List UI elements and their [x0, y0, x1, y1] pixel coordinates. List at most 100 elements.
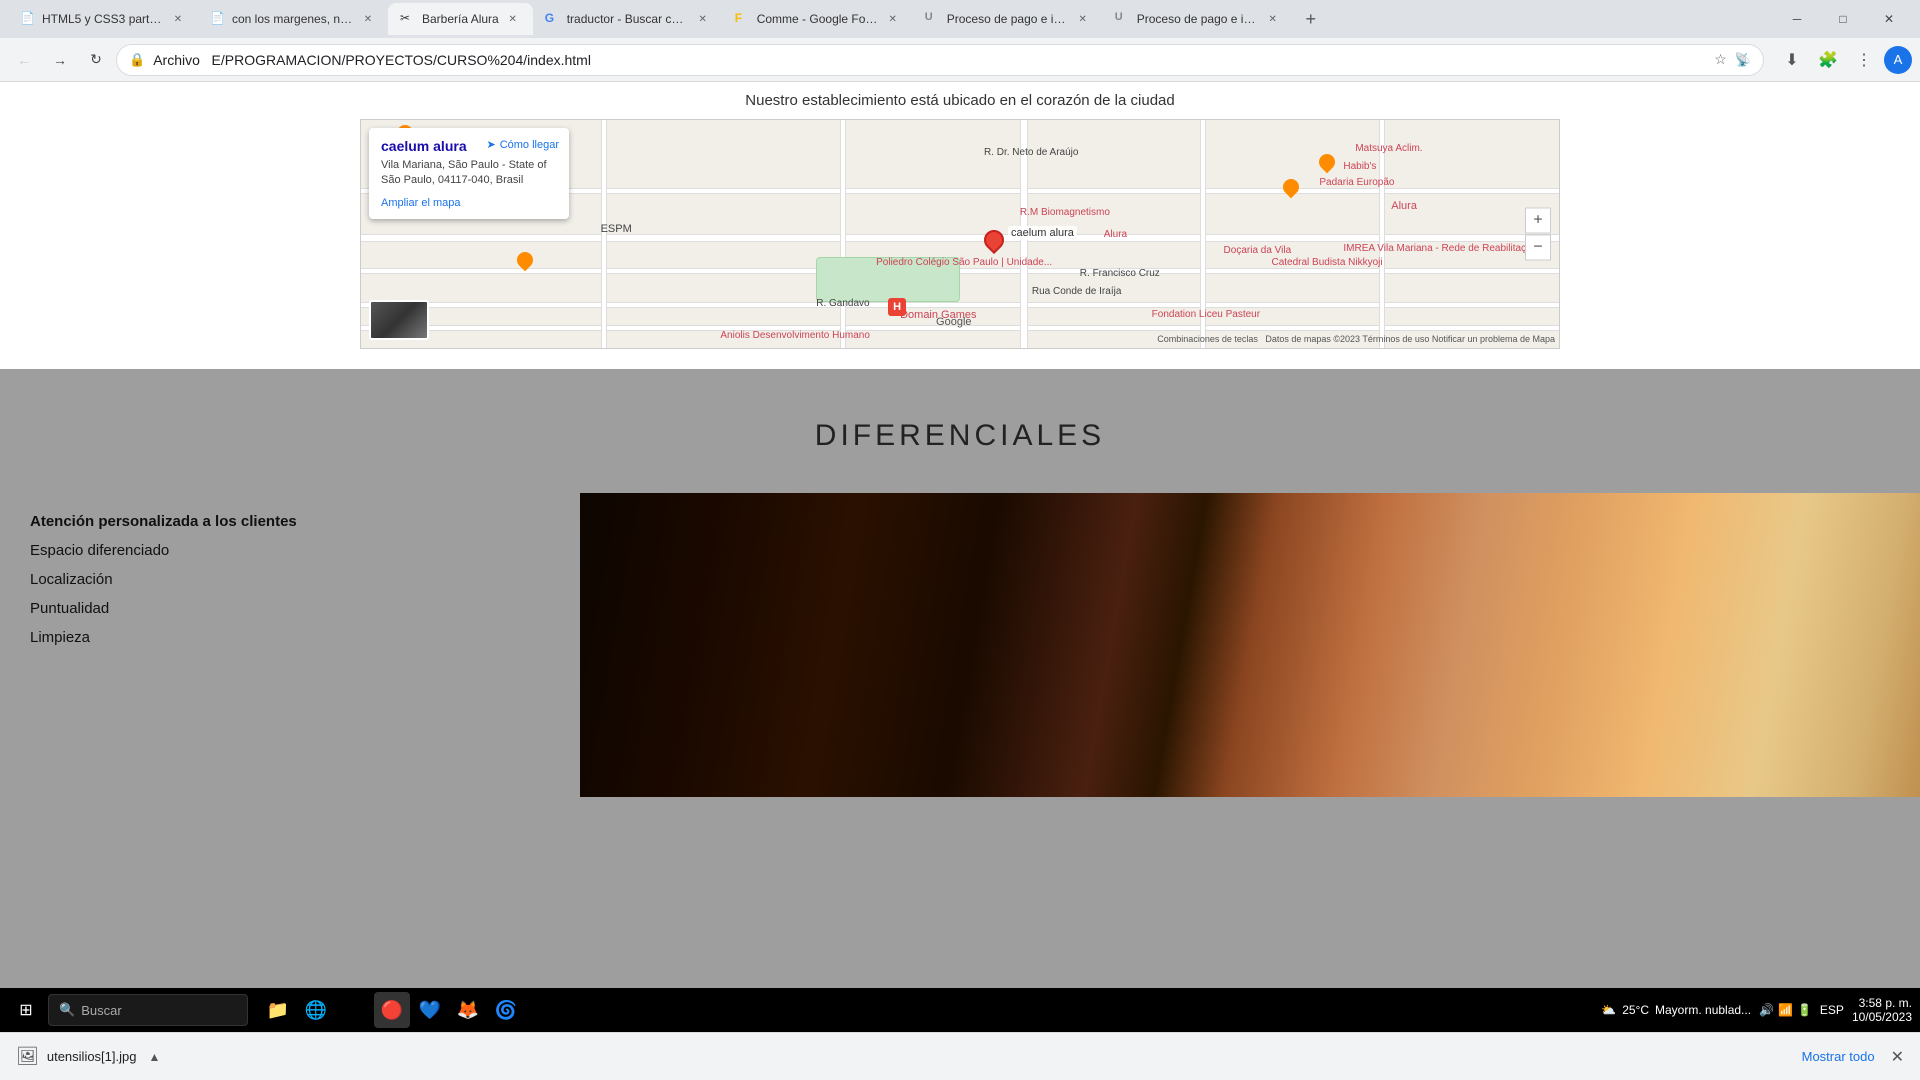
current-time: 3:58 p. m. [1852, 996, 1912, 1010]
tab-favicon-proceso2: U [1115, 11, 1131, 27]
volume-icon[interactable]: 🔊 [1759, 1003, 1774, 1017]
tab-close-barberia[interactable]: ✕ [505, 11, 521, 27]
bookmark-icon[interactable]: ☆ [1714, 51, 1727, 68]
diferenciales-section: DIFERENCIALES Atención personalizada a l… [0, 369, 1920, 1069]
tab-fonts[interactable]: F Comme - Google Fonts ✕ [723, 3, 913, 35]
extensions-button[interactable]: 🧩 [1812, 44, 1844, 76]
tab-close-traductor[interactable]: ✕ [695, 11, 711, 27]
download-item-1: 🖼 utensilios[1].jpg ▲ [16, 1046, 160, 1067]
orange-marker-3 [1283, 179, 1299, 199]
windows-icon: ⊞ [19, 1000, 32, 1020]
back-button[interactable]: ← [8, 44, 40, 76]
taskbar-vscode[interactable]: 💙 [412, 992, 448, 1028]
tab-close-proceso2[interactable]: ✕ [1265, 11, 1281, 27]
main-location-marker: caelum alura [984, 230, 1004, 256]
keyboard-shortcuts: Combinaciones de teclas [1157, 334, 1258, 344]
zoom-in-button[interactable]: + [1525, 208, 1551, 234]
new-tab-button[interactable]: + [1297, 5, 1325, 33]
maximize-button[interactable]: □ [1820, 0, 1866, 38]
taskbar-right: ⛅ 25°C Mayorm. nublad... 🔊 📶 🔋 ESP 3:58 … [1601, 996, 1912, 1024]
tab-close-proceso1[interactable]: ✕ [1075, 11, 1091, 27]
tab-barberia[interactable]: ✂ Barbería Alura ✕ [388, 3, 533, 35]
location-intro-text: Nuestro establecimiento está ubicado en … [0, 82, 1920, 119]
close-button[interactable]: ✕ [1866, 0, 1912, 38]
browser-frame: 📄 HTML5 y CSS3 parte 4: Avanzam... ✕ 📄 c… [0, 0, 1920, 1080]
network-icon[interactable]: 📶 [1778, 1003, 1793, 1017]
page-content: Nuestro establecimiento está ubicado en … [0, 82, 1920, 1080]
weather-icon: ⛅ [1601, 1003, 1616, 1017]
tab-label-barberia: Barbería Alura [422, 12, 499, 26]
protocol-icon: 🔒 [129, 52, 145, 68]
google-logo-map: Google [936, 316, 971, 328]
taskbar-edge[interactable]: 🌐 [298, 992, 334, 1028]
taskbar-app6[interactable]: 🌀 [488, 992, 524, 1028]
taskbar-sys-tray: 🔊 📶 🔋 [1759, 1003, 1812, 1017]
tab-close-margenes[interactable]: ✕ [360, 11, 376, 27]
taskbar-language[interactable]: ESP [1820, 1003, 1844, 1017]
tab-proceso2[interactable]: U Proceso de pago e inscripción ✕ [1103, 3, 1293, 35]
show-all-button[interactable]: Mostrar todo [1802, 1049, 1875, 1064]
taskbar-weather[interactable]: ⛅ 25°C Mayorm. nublad... [1601, 1003, 1751, 1017]
diferencial-item-1: Atención personalizada a los clientes [30, 513, 550, 530]
taskbar-chrome[interactable]: 🔴 [374, 992, 410, 1028]
more-button[interactable]: ⋮ [1848, 44, 1880, 76]
street-view-image [371, 302, 427, 338]
map-info-box: caelum alura Vila Mariana, São Paulo - S… [369, 128, 569, 219]
taskbar-app5[interactable]: 🦊 [450, 992, 486, 1028]
directions-button[interactable]: ➤ Cómo llegar [486, 138, 559, 151]
taskbar-file-explorer[interactable]: 📁 [260, 992, 296, 1028]
toolbar: ← → ↻ 🔒 Archivo E/PROGRAMACION/PROYECTOS… [0, 38, 1920, 82]
tab-favicon-barberia: ✂ [400, 11, 416, 27]
map-label-aniolis: Aniolis Desenvolvimento Humano [720, 330, 870, 341]
street-view-thumbnail[interactable] [369, 300, 429, 340]
address-bar[interactable]: 🔒 Archivo E/PROGRAMACION/PROYECTOS/CURSO… [116, 44, 1764, 76]
download-chevron[interactable]: ▲ [148, 1050, 160, 1064]
map-label-gandavo: R. Gandavo [816, 298, 869, 309]
tab-label-fonts: Comme - Google Fonts [757, 12, 879, 26]
download-bar-close[interactable]: ✕ [1891, 1047, 1904, 1067]
start-button[interactable]: ⊞ [8, 992, 44, 1028]
profile-avatar[interactable]: A [1884, 46, 1912, 74]
tab-close-fonts[interactable]: ✕ [885, 11, 901, 27]
download-filename: utensilios[1].jpg [47, 1049, 137, 1064]
battery-icon[interactable]: 🔋 [1797, 1003, 1812, 1017]
map-label-catedral: Catedral Budista Nikkyoji [1271, 257, 1382, 268]
diferenciales-title: DIFERENCIALES [0, 369, 1920, 493]
map-label-habibs: Habib's [1343, 161, 1376, 172]
tab-proceso1[interactable]: U Proceso de pago e inscripción ✕ [913, 3, 1103, 35]
downloads-button[interactable]: ⬇ [1776, 44, 1808, 76]
expand-map-link[interactable]: Ampliar el mapa [381, 197, 557, 209]
diferenciales-list: Atención personalizada a los clientes Es… [0, 493, 580, 666]
tab-label-margenes: con los margenes, no encuentr... [232, 12, 354, 26]
diferencial-item-2: Espacio diferenciado [30, 542, 550, 559]
taskbar-store[interactable]: 🛍 [336, 992, 372, 1028]
protocol-label: Archivo [153, 52, 200, 68]
map-container[interactable]: Quintal de Espato R. Dr. Neto de Araújo … [360, 119, 1560, 349]
map-label-imrea: IMREA Vila Mariana - Rede de Reabilitaçã… [1343, 243, 1537, 254]
map-label-alura-r: Alura [1391, 200, 1417, 212]
map-label-fondation: Fondation Liceu Pasteur [1152, 309, 1260, 320]
zoom-out-button[interactable]: − [1525, 235, 1551, 261]
directions-label: Cómo llegar [500, 139, 559, 151]
forward-button[interactable]: → [44, 44, 76, 76]
tab-traductor[interactable]: G traductor - Buscar con Google ✕ [533, 3, 723, 35]
taskbar-search-icon: 🔍 [59, 1002, 75, 1018]
minimize-button[interactable]: ─ [1774, 0, 1820, 38]
tab-margenes[interactable]: 📄 con los margenes, no encuentr... ✕ [198, 3, 388, 35]
cast-icon[interactable]: 📡 [1735, 52, 1751, 68]
download-file-icon: 🖼 [16, 1046, 39, 1067]
tab-html5[interactable]: 📄 HTML5 y CSS3 parte 4: Avanzam... ✕ [8, 3, 198, 35]
barber-image [580, 493, 1920, 797]
taskbar-time: 3:58 p. m. 10/05/2023 [1852, 996, 1912, 1024]
taskbar-search-box[interactable]: 🔍 Buscar [48, 994, 248, 1026]
toolbar-right: ⬇ 🧩 ⋮ A [1776, 44, 1912, 76]
directions-icon: ➤ [486, 138, 495, 151]
diferencial-item-4: Puntualidad [30, 600, 550, 617]
diferencial-item-5: Limpieza [30, 629, 550, 646]
tab-favicon-proceso1: U [925, 11, 941, 27]
tab-close-html5[interactable]: ✕ [170, 11, 186, 27]
h-marker: H [888, 298, 906, 316]
url-text: Archivo E/PROGRAMACION/PROYECTOS/CURSO%2… [153, 52, 1706, 68]
barber-image-container [580, 493, 1920, 797]
reload-button[interactable]: ↻ [80, 44, 112, 76]
